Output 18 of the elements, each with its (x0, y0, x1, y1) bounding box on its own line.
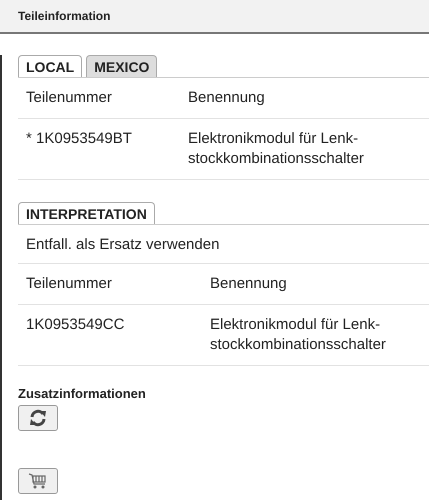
column-header: Benennung (210, 274, 287, 294)
tab[interactable]: LOCAL (18, 55, 82, 77)
column-header: Teilenummer (26, 274, 113, 294)
window-title: Teileinformation (18, 9, 110, 23)
table-cell: Elektronikmodul für Lenk- stockkombinationsschalter (210, 315, 386, 355)
interpretation-note: Entfall. als Ersatz verwenden (26, 236, 220, 253)
cart-icon (28, 472, 48, 490)
column-header: Benennung (188, 88, 265, 108)
cart-button[interactable] (18, 468, 58, 494)
column-header: Teilenummer (26, 88, 113, 108)
refresh-button[interactable] (18, 405, 58, 431)
section-title: Zusatzinformationen (18, 386, 146, 401)
refresh-icon (28, 409, 48, 427)
table-cell-text: * 1K0953549BT (26, 129, 133, 149)
table-cell-text: 1K0953549CC (26, 315, 126, 335)
tab[interactable]: INTERPRETATION (18, 202, 155, 224)
table-cell: Elektronikmodul für Lenk- stockkombinationsschalter (188, 129, 364, 169)
tab[interactable]: MEXICO (86, 55, 158, 77)
